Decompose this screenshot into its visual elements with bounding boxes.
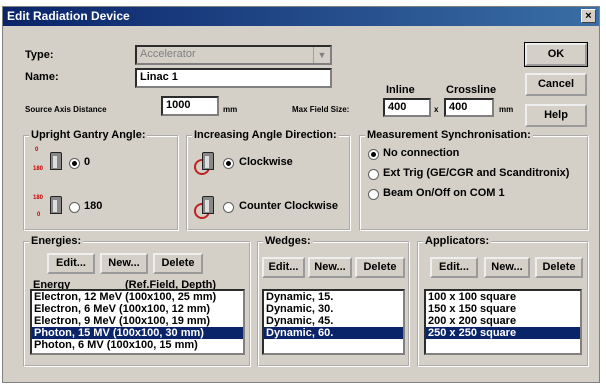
type-value: Accelerator	[140, 48, 196, 60]
applicators-list[interactable]: 100 x 100 square 150 x 150 square 200 x …	[424, 289, 582, 355]
list-item[interactable]: Photon, 6 MV (100x100, 15 mm)	[32, 339, 243, 351]
wedges-title: Wedges:	[263, 235, 313, 247]
ok-button[interactable]: OK	[524, 42, 588, 67]
crossline-field[interactable]: 400	[444, 98, 494, 117]
gantry180-mark-bottom: 0	[37, 212, 41, 218]
title-bar[interactable]: Edit Radiation Device ×	[3, 7, 599, 26]
gantry-mark-bottom: 180	[33, 166, 44, 172]
energies-edit-button[interactable]: Edit...	[47, 253, 95, 274]
list-item[interactable]: Electron, 9 MeV (100x100, 19 mm)	[32, 315, 243, 327]
list-item-selected[interactable]: Dynamic, 60.	[264, 327, 403, 339]
gantry-0-label: 0	[84, 156, 91, 168]
window-title: Edit Radiation Device	[7, 9, 130, 23]
sync-ext-trig-label: Ext Trig (GE/CGR and Scanditronix)	[383, 167, 570, 179]
list-item[interactable]: Electron, 6 MeV (100x100, 12 mm)	[32, 303, 243, 315]
sync-ext-trig-radio[interactable]	[368, 169, 379, 180]
wedges-edit-button[interactable]: Edit...	[262, 257, 305, 278]
gantry-180-label: 180	[84, 200, 103, 212]
inline-field[interactable]: 400	[383, 98, 431, 117]
max-field-size-label: Max Field Size:	[292, 105, 350, 114]
sync-beam-label: Beam On/Off on COM 1	[383, 187, 505, 199]
edit-radiation-device-dialog: Edit Radiation Device × Type: Accelerato…	[2, 6, 600, 383]
direction-group: Increasing Angle Direction:	[186, 129, 351, 231]
times-sign: x	[434, 105, 439, 114]
crossline-label: Crossline	[446, 84, 497, 96]
applicators-edit-button[interactable]: Edit...	[430, 257, 478, 278]
list-item[interactable]: Dynamic, 30.	[264, 303, 403, 315]
list-item[interactable]: Electron, 12 MeV (100x100, 25 mm)	[32, 291, 243, 303]
gantry180-mark-top: 180	[33, 195, 44, 201]
help-button[interactable]: Help	[525, 104, 587, 127]
applicators-new-button[interactable]: New...	[484, 257, 530, 278]
energies-delete-button[interactable]: Delete	[153, 253, 203, 274]
energies-new-button[interactable]: New...	[100, 253, 148, 274]
sync-no-connection-radio[interactable]	[368, 149, 379, 160]
sad-label: Source Axis Distance	[25, 105, 107, 114]
wedges-new-button[interactable]: New...	[308, 257, 352, 278]
list-item[interactable]: Dynamic, 45.	[264, 315, 403, 327]
list-item[interactable]: 200 x 200 square	[426, 315, 580, 327]
energies-list[interactable]: Electron, 12 MeV (100x100, 25 mm) Electr…	[30, 289, 245, 355]
gantry-180-radio[interactable]	[69, 202, 80, 213]
sad-unit: mm	[223, 105, 238, 114]
inline-label: Inline	[386, 84, 415, 96]
applicators-title: Applicators:	[423, 235, 492, 247]
type-label: Type:	[25, 49, 54, 61]
energies-title: Energies:	[29, 235, 84, 247]
sync-beam-radio[interactable]	[368, 189, 379, 200]
gantry-angle-title: Upright Gantry Angle:	[29, 129, 148, 141]
cancel-button[interactable]: Cancel	[525, 73, 587, 96]
sync-title: Measurement Synchronisation:	[365, 129, 533, 141]
clockwise-label: Clockwise	[239, 156, 293, 168]
sync-no-connection-label: No connection	[383, 147, 460, 159]
gantry-180-icon	[50, 196, 62, 214]
list-item-selected[interactable]: Photon, 15 MV (100x100, 30 mm)	[32, 327, 243, 339]
chevron-down-icon[interactable]: ▼	[313, 47, 330, 63]
applicators-delete-button[interactable]: Delete	[535, 257, 583, 278]
clockwise-gantry-icon	[202, 152, 214, 170]
gantry-mark-top: 0	[35, 147, 39, 153]
counter-clockwise-label: Counter Clockwise	[239, 200, 339, 212]
clockwise-radio[interactable]	[223, 158, 234, 169]
gantry-0-icon	[50, 152, 62, 170]
list-item[interactable]: 150 x 150 square	[426, 303, 580, 315]
name-field[interactable]: Linac 1	[135, 68, 332, 88]
wedges-delete-button[interactable]: Delete	[355, 257, 405, 278]
field-unit: mm	[499, 105, 514, 114]
counter-clockwise-radio[interactable]	[223, 202, 234, 213]
counter-clockwise-gantry-icon	[202, 196, 214, 214]
direction-title: Increasing Angle Direction:	[192, 129, 339, 141]
list-item[interactable]: Dynamic, 15.	[264, 291, 403, 303]
type-combobox[interactable]: Accelerator ▼	[135, 45, 332, 65]
gantry-0-radio[interactable]	[69, 158, 80, 169]
list-item[interactable]: 100 x 100 square	[426, 291, 580, 303]
wedges-list[interactable]: Dynamic, 15. Dynamic, 30. Dynamic, 45. D…	[262, 289, 405, 355]
close-button[interactable]: ×	[581, 9, 596, 23]
name-label: Name:	[25, 71, 59, 83]
list-item-selected[interactable]: 250 x 250 square	[426, 327, 580, 339]
sad-field[interactable]: 1000	[161, 96, 219, 116]
gantry-angle-group: Upright Gantry Angle:	[23, 129, 179, 231]
